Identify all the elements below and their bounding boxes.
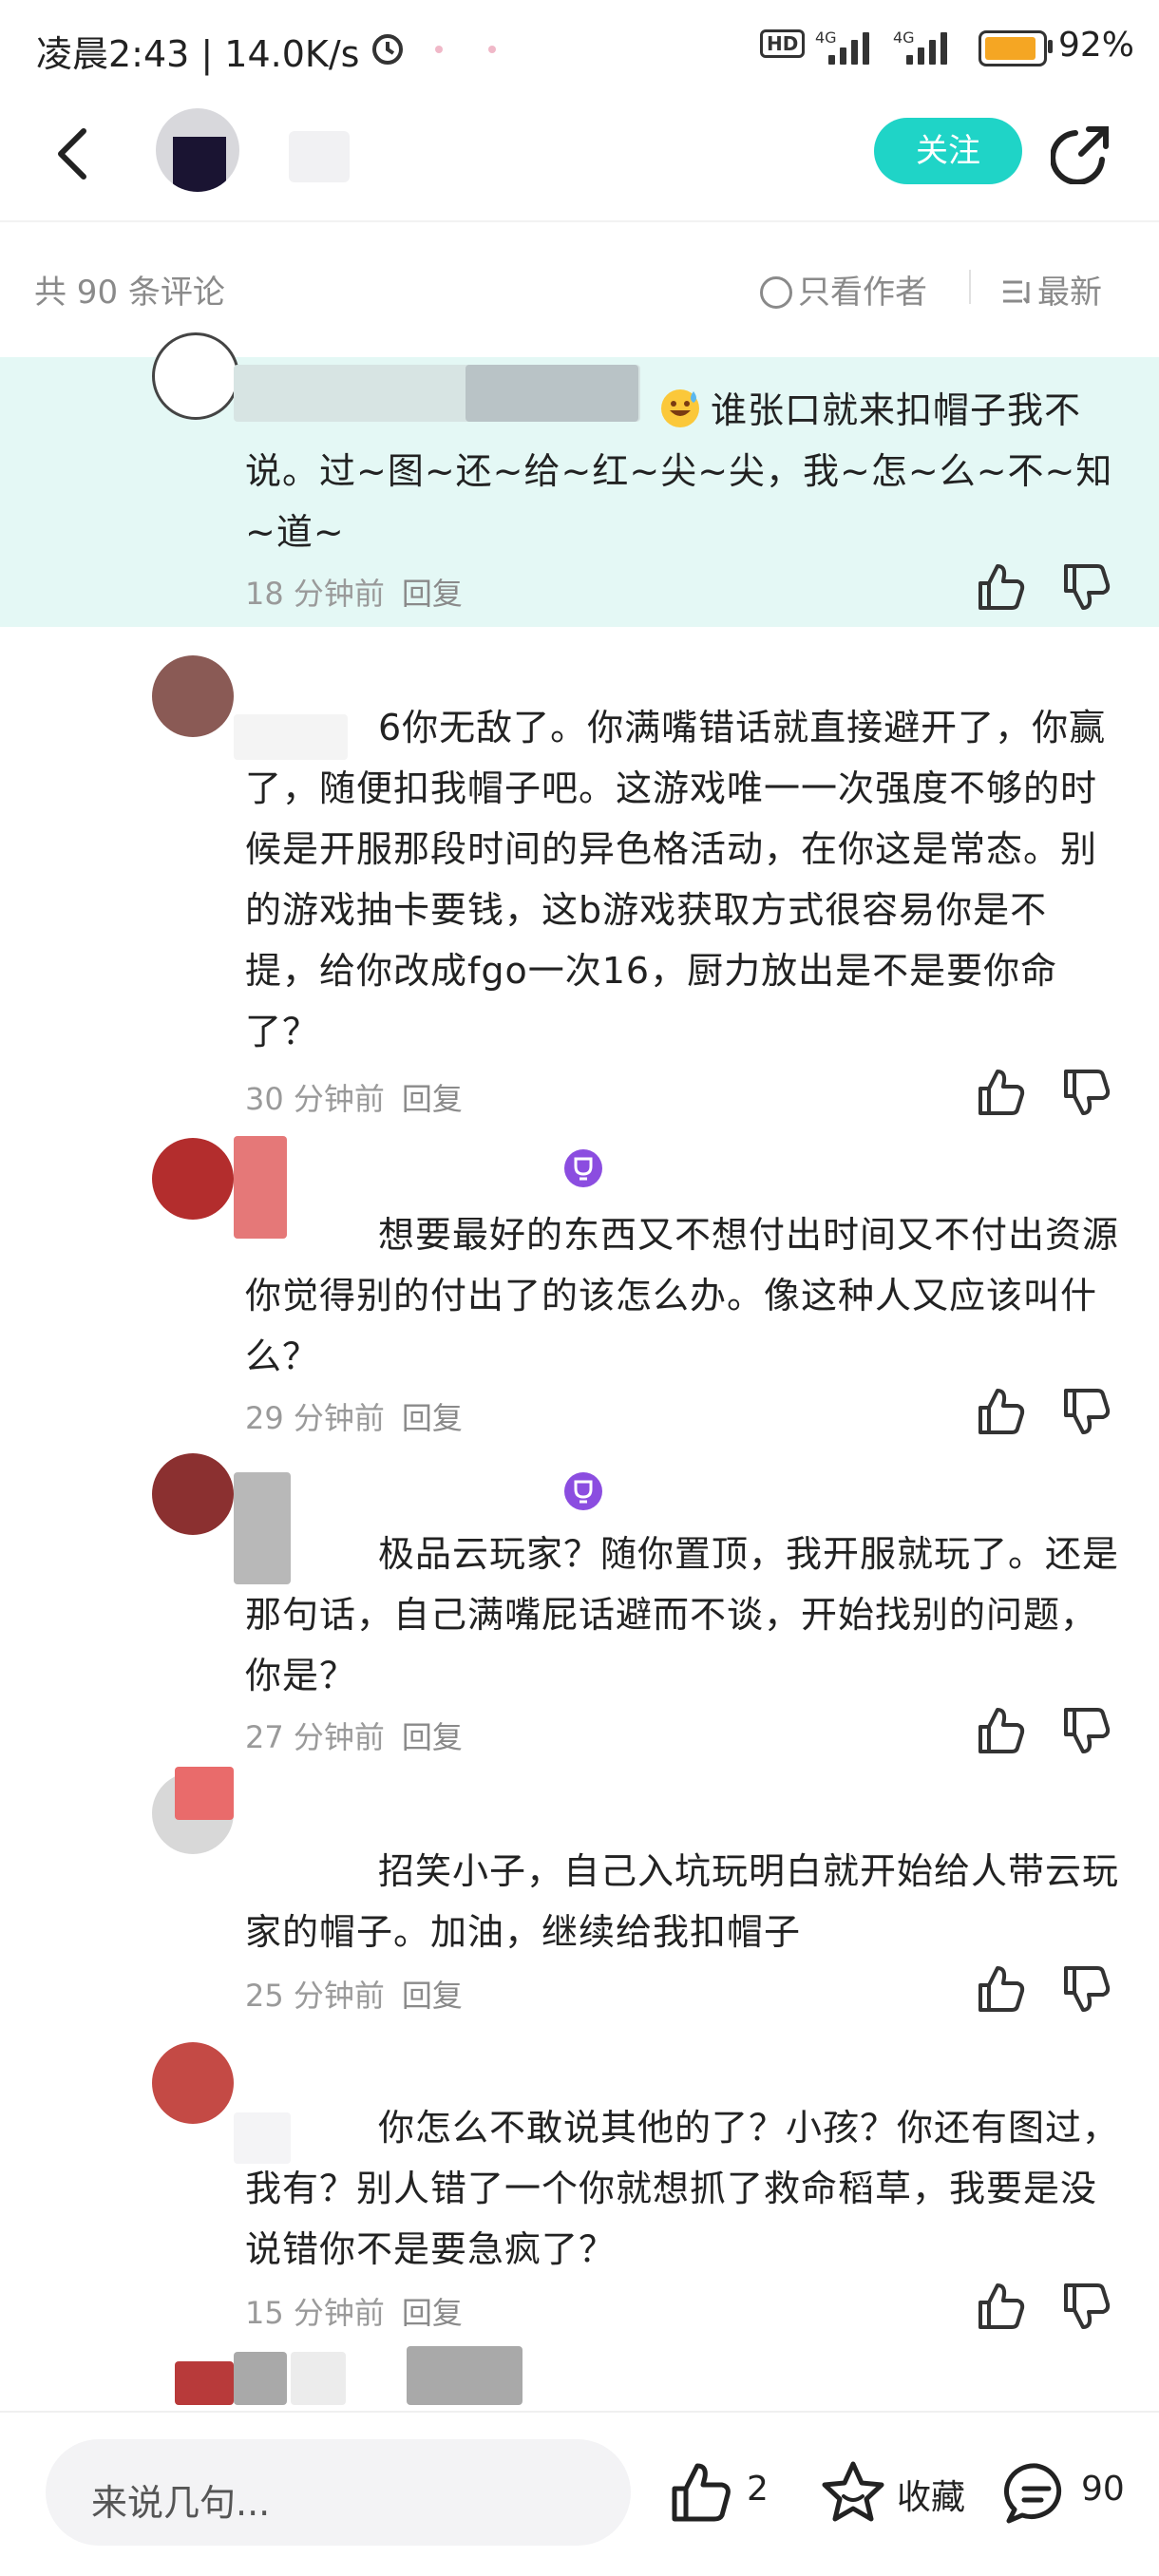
comment-meta: 25 分钟前 回复	[245, 1972, 463, 2016]
thumbs-up-icon[interactable]	[977, 1387, 1026, 1436]
reply-button[interactable]: 回复	[402, 1719, 463, 1755]
username-blurred	[234, 2352, 287, 2405]
comment-count: 90	[1081, 2470, 1125, 2509]
favorite-label: 收藏	[897, 2478, 966, 2517]
comment-time: 15 分钟前	[245, 2295, 385, 2331]
reply-button[interactable]: 回复	[402, 1081, 463, 1117]
battery-icon	[978, 30, 1047, 66]
only-author-label: 只看作者	[798, 274, 927, 312]
back-icon[interactable]	[51, 123, 93, 184]
username-blurred	[175, 1767, 234, 1820]
author-avatar[interactable]	[156, 108, 239, 192]
comment-time: 29 分钟前	[245, 1400, 385, 1436]
alarm-icon	[369, 28, 407, 66]
notification-dot	[435, 46, 443, 53]
avatar[interactable]	[152, 2042, 234, 2124]
signal-icon: 4G	[893, 28, 954, 65]
comment-time: 30 分钟前	[245, 1081, 385, 1117]
sort-icon	[1001, 277, 1034, 306]
share-icon[interactable]	[1050, 123, 1112, 185]
comment-count-label: 共 90 条评论	[34, 274, 225, 312]
thumbs-up-icon[interactable]	[977, 1068, 1026, 1117]
battery-tip	[1048, 40, 1053, 53]
thumbs-down-icon[interactable]	[1062, 1964, 1112, 2014]
avatar[interactable]	[152, 1453, 234, 1535]
network-label: 4G	[815, 28, 837, 47]
star-icon[interactable]	[819, 2458, 887, 2527]
trophy-badge-icon	[562, 1147, 604, 1189]
comment-text: 你怎么不敢说其他的了？小孩？你还有图过，我有？别人错了一个你就想抓了救命稻草，我…	[245, 2107, 1120, 2270]
battery-percent: 92%	[1058, 26, 1135, 65]
comment-time: 27 分钟前	[245, 1719, 385, 1755]
thumbs-up-icon[interactable]	[977, 2282, 1026, 2331]
avatar-partial	[175, 2361, 234, 2405]
comment-meta: 15 分钟前 回复	[245, 2289, 463, 2333]
comment-time: 25 分钟前	[245, 1978, 385, 2014]
reply-button[interactable]: 回复	[402, 1978, 463, 2014]
username-blurred	[407, 2346, 522, 2405]
comment-input[interactable]: 来说几句...	[46, 2439, 631, 2546]
username-blurred	[291, 2352, 346, 2405]
comment-meta: 18 分钟前 回复	[245, 570, 463, 614]
network-label: 4G	[893, 28, 915, 47]
reply-button[interactable]: 回复	[402, 2295, 463, 2331]
reply-button[interactable]: 回复	[402, 576, 463, 612]
follow-button[interactable]: 关注	[874, 118, 1022, 184]
divider	[0, 220, 1159, 222]
thumbs-up-icon[interactable]	[977, 562, 1026, 612]
comment-text: 极品云玩家？随你置顶，我开服就玩了。还是那句话，自己满嘴屁话避而不谈，开始找别的…	[245, 1533, 1120, 1696]
comment-meta: 30 分钟前 回复	[245, 1075, 463, 1119]
avatar[interactable]	[152, 655, 234, 737]
avatar[interactable]	[152, 1138, 234, 1220]
signal-icon: 4G	[815, 28, 876, 65]
trophy-badge-icon	[562, 1470, 604, 1512]
divider	[0, 2411, 1159, 2413]
thumbs-up-icon[interactable]	[669, 2460, 733, 2525]
comment-bubble-icon[interactable]	[1003, 2460, 1070, 2527]
thumbs-down-icon[interactable]	[1062, 562, 1112, 612]
comment-text: 招笑小子，自己入坑玩明白就开始给人带云玩家的帽子。加油，继续给我扣帽子	[245, 1850, 1120, 1953]
reply-button[interactable]: 回复	[402, 1400, 463, 1436]
comment-text: 谁张口就来扣帽子我不说。过~图~还~给~红~尖~尖，我~怎~么~不~知~道~	[245, 389, 1113, 553]
hd-badge: HD	[760, 29, 806, 58]
thumbs-down-icon[interactable]	[1062, 1706, 1112, 1755]
divider	[969, 270, 971, 304]
thumbs-down-icon[interactable]	[1062, 1387, 1112, 1436]
avatar[interactable]	[152, 332, 239, 420]
comment-input-placeholder: 来说几句...	[91, 2482, 271, 2524]
thumbs-up-icon[interactable]	[977, 1706, 1026, 1755]
comment-meta: 29 分钟前 回复	[245, 1394, 463, 1438]
comment-text: 想要最好的东西又不想付出时间又不付出资源你觉得别的付出了的该怎么办。像这种人又应…	[245, 1214, 1120, 1377]
sort-button[interactable]: 最新	[1001, 266, 1102, 313]
thumbs-down-icon[interactable]	[1062, 2282, 1112, 2331]
author-name-blurred	[289, 131, 350, 182]
comment-time: 18 分钟前	[245, 576, 385, 612]
like-count: 2	[747, 2470, 769, 2509]
only-author-toggle[interactable]: 只看作者	[760, 266, 927, 313]
sort-label: 最新	[1037, 274, 1102, 312]
notification-dot	[488, 46, 496, 53]
thumbs-up-icon[interactable]	[977, 1964, 1026, 2014]
comment-text: 6你无敌了。你满嘴错话就直接避开了，你赢了，随便扣我帽子吧。这游戏唯一一次强度不…	[245, 707, 1107, 1052]
radio-circle-icon	[760, 276, 792, 309]
status-bar: 凌晨2:43 | 14.0K/s HD 4G 4G 92%	[0, 0, 1159, 95]
comment-meta: 27 分钟前 回复	[245, 1714, 463, 1757]
thumbs-down-icon[interactable]	[1062, 1068, 1112, 1117]
status-time: 凌晨2:43 | 14.0K/s	[36, 33, 360, 75]
